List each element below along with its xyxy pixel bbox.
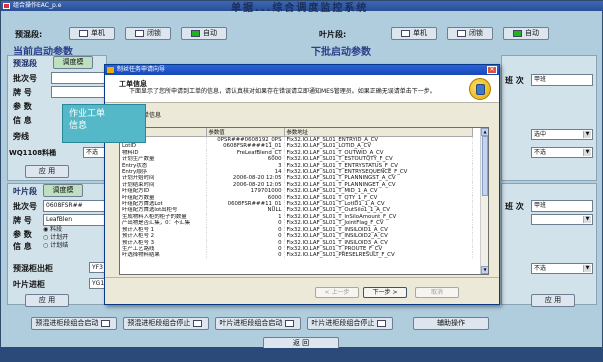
scroll-up-icon[interactable]: ▲ bbox=[481, 128, 488, 136]
leaf-shift-select[interactable]: ▼ bbox=[531, 214, 593, 225]
premix-auto-button[interactable]: 自动 bbox=[181, 27, 227, 40]
leaf-auto-button[interactable]: 自动 bbox=[503, 27, 549, 40]
chevron-down-icon: ▼ bbox=[583, 265, 591, 272]
leaf-brand-field[interactable]: LeafBlen bbox=[43, 214, 105, 226]
leaf-info-label: 信 息 bbox=[13, 242, 32, 251]
scroll-thumb[interactable] bbox=[482, 136, 488, 196]
next-step-button[interactable]: 下一步 > bbox=[363, 287, 407, 298]
premix-brand-label: 牌 号 bbox=[13, 88, 32, 97]
radio-option[interactable]: ○ 计划开 bbox=[43, 234, 68, 242]
premix-single-button[interactable]: 单机 bbox=[69, 27, 115, 40]
indicator-icon bbox=[100, 319, 110, 327]
premix-param-label: 参 数 bbox=[13, 102, 32, 111]
app-icon bbox=[3, 3, 10, 9]
indicator-icon bbox=[401, 29, 410, 37]
window-caption: 单据...综合调度监控系统 bbox=[231, 3, 369, 14]
wq-label: WQ1108料桶 bbox=[9, 149, 57, 157]
indicator-icon bbox=[79, 29, 88, 37]
dialog-description: 下面显示了您所申请到工单的信息，请认真核对如果存在错误请立即通知MES管理员。如… bbox=[129, 88, 436, 95]
indicator-icon bbox=[376, 319, 386, 327]
premix-batch-label: 批次号 bbox=[13, 74, 37, 83]
indicator-icon bbox=[457, 29, 466, 37]
chevron-down-icon: ▼ bbox=[583, 149, 591, 156]
premix-batch-field[interactable] bbox=[51, 72, 105, 84]
leaf-brand-label: 牌 号 bbox=[13, 216, 32, 225]
leaf-dispatch-button[interactable]: 调度模 bbox=[43, 184, 83, 197]
radio-option[interactable]: ○ 计划结 bbox=[43, 242, 68, 250]
shift-label: 班 次 bbox=[505, 76, 524, 85]
chevron-down-icon: ▼ bbox=[583, 131, 591, 138]
premix-brand-field[interactable] bbox=[51, 86, 105, 98]
premix-bypass-label: 旁线 bbox=[13, 132, 29, 141]
leaf-single-button[interactable]: 单机 bbox=[391, 27, 437, 40]
column-header[interactable]: 参数地址 bbox=[284, 128, 473, 137]
radio-option[interactable]: ◉ 料段 bbox=[43, 226, 68, 234]
leaf-status-label: 叶片段: bbox=[319, 30, 347, 39]
dialog-title: 制丝任务申请向导 bbox=[117, 66, 166, 73]
next-params-title: 下批启动参数 bbox=[311, 47, 371, 58]
leaf-param-label: 参 数 bbox=[13, 230, 32, 239]
table-row[interactable]: 叶选择物料结果 0 Fix32.IO.LAF_SL01_PRESELRESULT_F… bbox=[120, 252, 473, 259]
leaf-batch-label: 批次号 bbox=[13, 202, 37, 211]
aux-operation-button[interactable]: 辅助操作 bbox=[413, 317, 489, 330]
premix-status-label: 预混段: bbox=[15, 30, 43, 39]
table-cell: Fix32.IO.LAF_SL01_ENTRYID_A_CV bbox=[284, 136, 473, 144]
dialog-header: 工单信息 下面显示了您所申请到工单的信息，请认真核对如果存在错误请立即通知MES… bbox=[105, 75, 499, 103]
taskbar bbox=[0, 348, 603, 362]
table-cell: 0PSR###0608192_0PS bbox=[206, 136, 285, 144]
premix-section-label: 预混段 bbox=[13, 59, 37, 68]
dialog-separator bbox=[105, 277, 499, 278]
cancel-button[interactable]: 取消 bbox=[415, 287, 459, 298]
mix-outlet-label: 预混柜出柜 bbox=[13, 264, 53, 273]
leaf-apply-button[interactable]: 应 用 bbox=[25, 294, 69, 307]
leaf-shift-label: 班 次 bbox=[505, 202, 524, 211]
table-row[interactable]: 批次号0PSR###0608192_0PSFix32.IO.LAF_SL01_E… bbox=[120, 136, 473, 144]
task-wizard-dialog: 制丝任务申请向导 ✕ 工单信息 下面显示了您所申请到工单的信息，请认真核对如果存… bbox=[104, 64, 500, 305]
indicator-icon bbox=[284, 319, 294, 327]
premix-group-start-button[interactable]: 预混进柜段组合启动 bbox=[31, 317, 117, 330]
shift-field[interactable]: 甲班 bbox=[531, 74, 593, 86]
annotation-callout: 作业工单 信息 bbox=[62, 104, 146, 143]
window-title: 组合操作EAC_p.e bbox=[13, 2, 62, 9]
leaf-radio-group: ◉ 料段 ○ 计划开 ○ 计划结 bbox=[43, 226, 68, 250]
next-leaf-select[interactable]: 不选 ▼ bbox=[531, 263, 593, 274]
leaf-inlet-label: 叶片进柜 bbox=[13, 280, 45, 289]
close-icon[interactable]: ✕ bbox=[487, 66, 497, 74]
column-header[interactable]: 参数值 bbox=[206, 128, 285, 137]
database-icon bbox=[469, 78, 491, 100]
dialog-titlebar: 制丝任务申请向导 bbox=[105, 65, 499, 75]
indicator-icon bbox=[191, 29, 200, 37]
leaf-group-stop-button[interactable]: 叶片进柜段组合停止 bbox=[307, 317, 393, 330]
next-premix-select-2[interactable]: 不选 ▼ bbox=[531, 147, 593, 158]
scroll-down-icon[interactable]: ▼ bbox=[481, 266, 488, 274]
premix-group-stop-button[interactable]: 预混进柜段组合停止 bbox=[123, 317, 209, 330]
leaf-batch-field[interactable]: 0608FSR## bbox=[43, 200, 105, 212]
next-premix-select[interactable]: 选中 ▼ bbox=[531, 129, 593, 140]
wizard-icon bbox=[107, 67, 114, 73]
leaf-section-label: 叶片段 bbox=[13, 187, 37, 196]
table-cell: 0 bbox=[206, 252, 285, 259]
prev-step-button[interactable]: < 上一步 bbox=[315, 287, 359, 298]
table-cell: Fix32.IO.LAF_SL01_PRESELRESULT_F_CV bbox=[284, 252, 473, 259]
premix-info-label: 信 息 bbox=[13, 116, 32, 125]
indicator-icon bbox=[192, 319, 202, 327]
work-order-table: 参数值 参数地址 批次号0PSR###0608192_0PSFix32.IO.L… bbox=[119, 127, 489, 275]
leaf-shift-field[interactable]: 甲班 bbox=[531, 200, 593, 212]
indicator-icon bbox=[513, 29, 522, 37]
next-apply-button[interactable]: 应 用 bbox=[531, 294, 575, 307]
leaf-group-start-button[interactable]: 叶片进柜段组合启动 bbox=[215, 317, 301, 330]
callout-line-2: 信息 bbox=[69, 121, 88, 131]
premix-dispatch-button[interactable]: 调度模 bbox=[53, 56, 93, 69]
chevron-down-icon: ▼ bbox=[583, 216, 591, 223]
leaf-lock-button[interactable]: 闭锁 bbox=[447, 27, 493, 40]
table-scrollbar[interactable]: ▲ ▼ bbox=[480, 128, 488, 274]
premix-apply-button[interactable]: 应 用 bbox=[25, 165, 69, 178]
callout-line-1: 作业工单 bbox=[69, 109, 106, 119]
premix-lock-button[interactable]: 闭锁 bbox=[125, 27, 171, 40]
indicator-icon bbox=[135, 29, 144, 37]
table-cell: 叶选择物料结果 bbox=[120, 252, 207, 259]
